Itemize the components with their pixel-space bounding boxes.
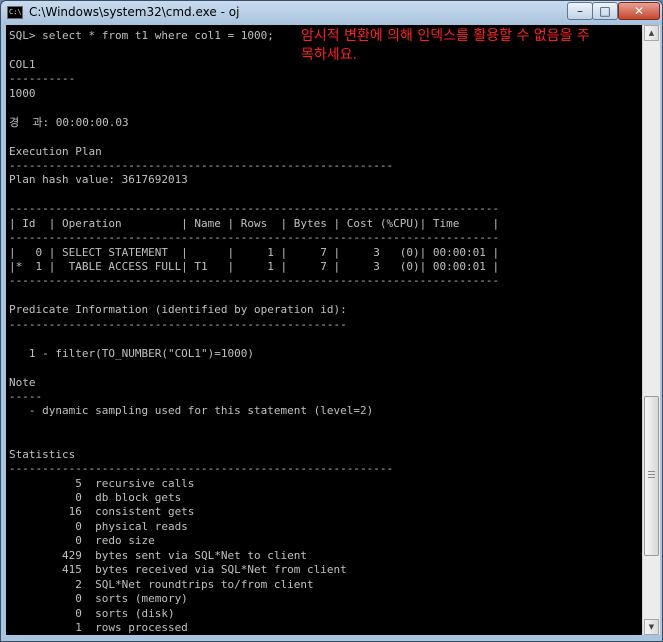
console-line: Statistics — [9, 447, 76, 461]
console-lines: SQL> select * from t1 where col1 = 1000;… — [9, 29, 499, 635]
console-line: | 0 | SELECT STATEMENT | | 1 | 7 | 3 (0)… — [9, 245, 500, 259]
console-line: 415 bytes received via SQL*Net from clie… — [9, 563, 347, 577]
title-bar[interactable]: C:\ C:\Windows\system32\cmd.exe - oj – □… — [1, 1, 662, 25]
console-line: 1 - filter(TO_NUMBER("COL1")=1000) — [9, 346, 255, 360]
window-bottom-border — [1, 635, 662, 641]
console-line: 2 SQL*Net roundtrips to/from client — [9, 577, 314, 591]
console-line: ----------------------------------------… — [9, 158, 394, 172]
console-line: ----------------------------------------… — [9, 317, 347, 331]
console-line: Execution Plan — [9, 144, 102, 158]
thumb-grip-line — [648, 471, 655, 472]
console-line: 0 sorts (disk) — [9, 606, 175, 620]
console-line: - dynamic sampling used for this stateme… — [9, 404, 374, 418]
scroll-down-button[interactable]: ▼ — [644, 619, 659, 635]
console-line: ---------- — [9, 72, 76, 86]
cmd-window: C:\ C:\Windows\system32\cmd.exe - oj – □… — [0, 0, 663, 642]
console-line: 16 consistent gets — [9, 505, 195, 519]
console-line: Note — [9, 375, 36, 389]
vertical-scrollbar[interactable]: ▲ ▼ — [642, 25, 660, 635]
red-annotation-note: 암시적 변환에 의해 인덱스를 활용할 수 없음을 주목하세요. — [301, 28, 590, 63]
console-line: Predicate Information (identified by ope… — [9, 303, 347, 317]
close-button[interactable]: ✕ — [618, 2, 660, 20]
console-line: ----------------------------------------… — [9, 202, 500, 216]
console-line: 1 rows processed — [9, 620, 188, 634]
window-title: C:\Windows\system32\cmd.exe - oj — [29, 5, 240, 19]
maximize-button[interactable]: □ — [592, 2, 618, 20]
thumb-grip-line — [648, 477, 655, 478]
console-line: 1000 — [9, 86, 36, 100]
console-line: 0 physical reads — [9, 519, 188, 533]
console-line: 0 db block gets — [9, 491, 182, 504]
scrollbar-thumb[interactable] — [644, 396, 659, 556]
console-line: 0 sorts (memory) — [9, 592, 188, 606]
console-line: ----- — [9, 389, 43, 403]
console-line: 0 redo size — [9, 534, 155, 548]
console-line: 429 bytes sent via SQL*Net to client — [9, 548, 308, 562]
minimize-button[interactable]: – — [567, 2, 593, 20]
console-line: Plan hash value: 3617692013 — [9, 173, 188, 187]
console-line: ----------------------------------------… — [9, 462, 394, 476]
scroll-up-button[interactable]: ▲ — [644, 25, 659, 41]
thumb-grip-line — [648, 474, 655, 475]
console-line: |* 1 | TABLE ACCESS FULL| T1 | 1 | 7 | 3… — [9, 260, 500, 273]
console-line: ----------------------------------------… — [9, 231, 500, 245]
cmd-app-icon[interactable]: C:\ — [7, 6, 23, 19]
console-line: 5 recursive calls — [9, 476, 195, 490]
console-line: | Id | Operation | Name | Rows | Bytes |… — [9, 216, 500, 230]
console-line: ----------------------------------------… — [9, 274, 500, 288]
console-line: 경 과: 00:00:00.03 — [9, 115, 129, 129]
console-output[interactable]: SQL> select * from t1 where col1 = 1000;… — [6, 25, 642, 635]
